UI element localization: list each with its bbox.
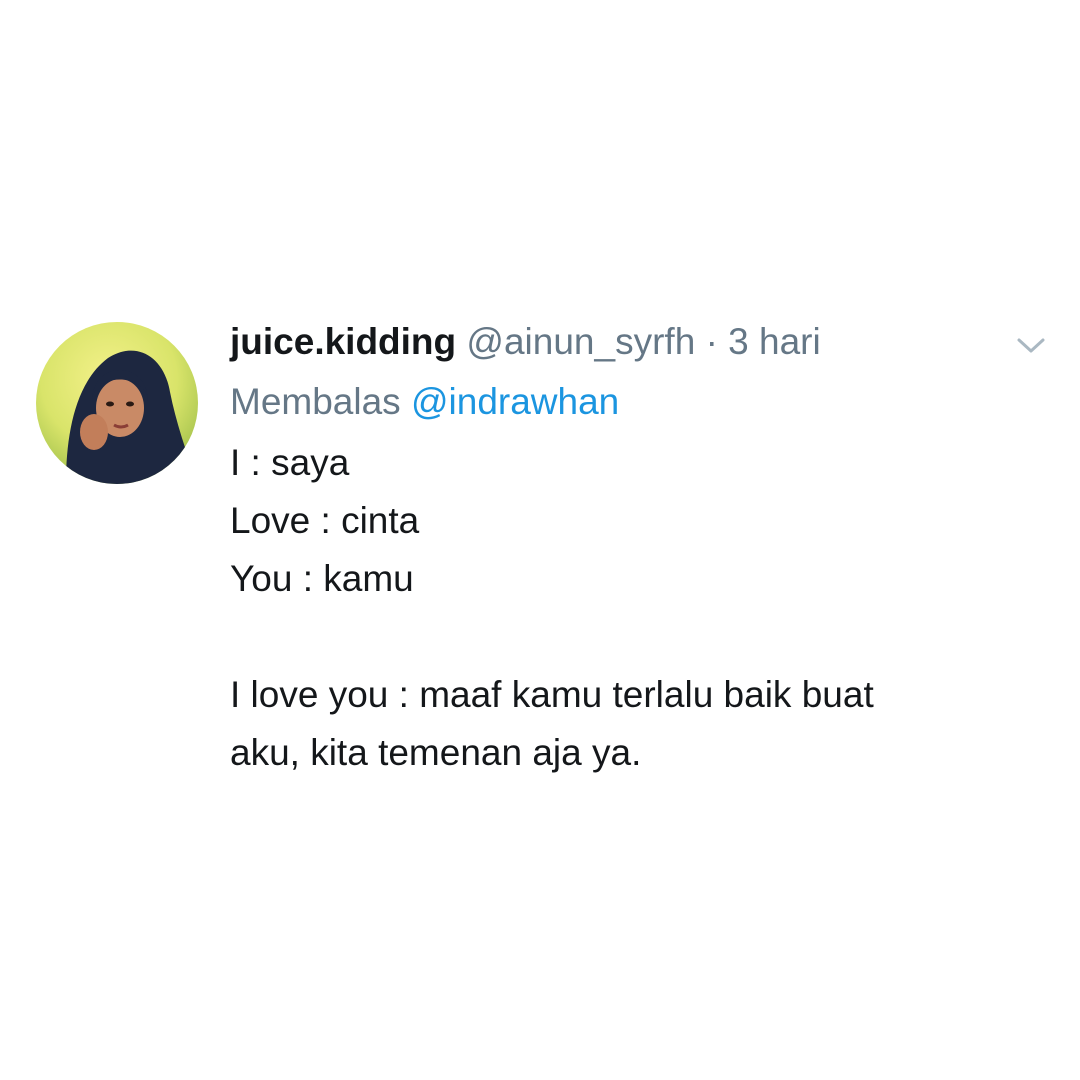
reply-mention-link[interactable]: @indrawhan xyxy=(411,381,619,422)
chevron-down-icon xyxy=(1017,338,1045,353)
tweet-text: I : saya Love : cinta You : kamu I love … xyxy=(230,434,1030,782)
tweet-time[interactable]: 3 hari xyxy=(728,321,821,362)
tweet-text-line: I : saya xyxy=(230,442,350,483)
tweet-text-line: Love : cinta xyxy=(230,500,420,541)
reply-prefix: Membalas xyxy=(230,381,401,422)
tweet-menu-button[interactable] xyxy=(1016,336,1046,356)
display-name[interactable]: juice.kidding xyxy=(230,321,456,362)
separator-dot: · xyxy=(705,321,718,362)
tweet-text-line: aku, kita temenan aja ya. xyxy=(230,732,642,773)
user-handle[interactable]: @ainun_syrfh xyxy=(466,321,695,362)
reply-context: Membalas @indrawhan xyxy=(230,378,1030,426)
tweet-content: juice.kidding @ainun_syrfh · 3 hari Memb… xyxy=(230,318,1030,782)
tweet-header: juice.kidding @ainun_syrfh · 3 hari xyxy=(230,318,1030,366)
tweet-text-line: You : kamu xyxy=(230,558,414,599)
tweet-text-line: I love you : maaf kamu terlalu baik buat xyxy=(230,674,874,715)
avatar[interactable] xyxy=(36,322,198,484)
avatar-photo-icon xyxy=(36,322,198,484)
